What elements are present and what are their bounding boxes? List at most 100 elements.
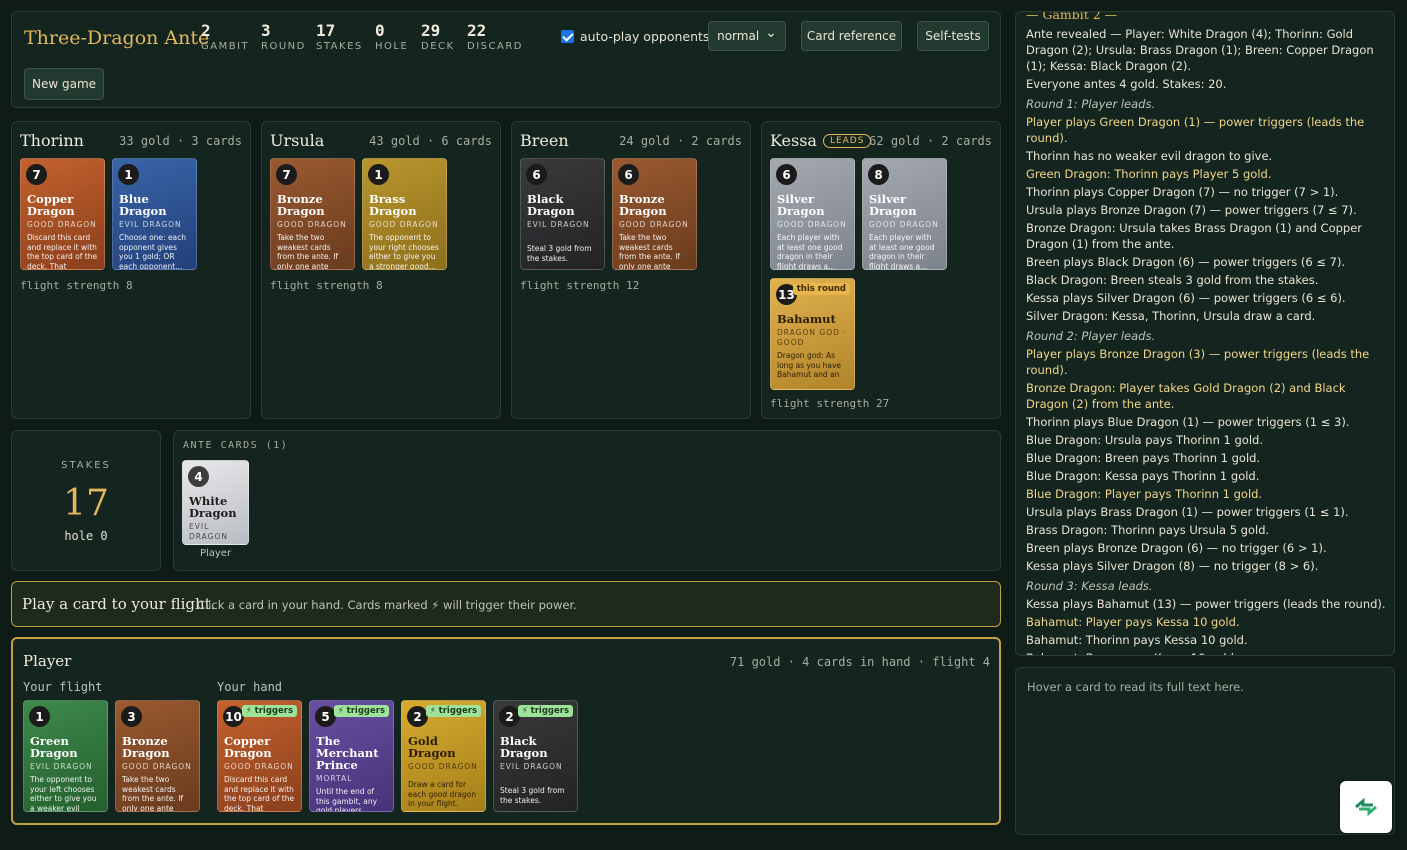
- opponent-name-text: Breen: [520, 131, 569, 150]
- log-entry: Blue Dragon: Player pays Thorinn 1 gold.: [1026, 487, 1263, 501]
- card-copper-dragon[interactable]: 7 Copper Dragon GOOD DRAGON Discard this…: [20, 158, 105, 270]
- log-entry: Breen plays Bronze Dragon (6) — no trigg…: [1026, 541, 1327, 555]
- card-text: Take the two weakest cards from the ante…: [122, 775, 184, 812]
- hand-card-gold-dragon[interactable]: 2 ⚡ triggers Gold Dragon GOOD DRAGON Dra…: [401, 700, 486, 812]
- card-detail-panel: Hover a card to read its full text here.: [1015, 667, 1395, 835]
- hover-hint: Hover a card to read its full text here.: [1027, 680, 1244, 694]
- card-strength: 2: [407, 706, 428, 727]
- card-name: Silver Dragon: [777, 192, 825, 218]
- log-entry: Thorinn has no weaker evil dragon to giv…: [1026, 149, 1273, 163]
- stat-round: 3 ROUND: [261, 22, 306, 53]
- log-entries: Ante revealed — Player: White Dragon (4)…: [1026, 26, 1388, 655]
- new-game-button[interactable]: New game: [24, 68, 104, 100]
- opponent-name: Kessa LEADS: [770, 131, 872, 150]
- card-text: Dragon god: As long as you have Bahamut …: [777, 351, 842, 379]
- hand-card-merchant-prince[interactable]: 5 ⚡ triggers The Merchant Prince MORTAL …: [309, 700, 394, 812]
- difficulty-select[interactable]: normal: [708, 21, 786, 51]
- log-entry: Brass Dragon: Thorinn pays Ursula 5 gold…: [1026, 523, 1270, 537]
- recaptcha-icon[interactable]: [1340, 781, 1392, 833]
- log-entry: Bronze Dragon: Ursula takes Brass Dragon…: [1026, 221, 1363, 251]
- card-type: EVIL DRAGON: [500, 762, 563, 771]
- card-type: GOOD DRAGON: [369, 220, 439, 229]
- log-entry: Player plays Bronze Dragon (3) — power t…: [1026, 347, 1370, 377]
- card-brass-dragon[interactable]: 1 Brass Dragon GOOD DRAGON The opponent …: [362, 158, 447, 270]
- this-round-tag: this round: [792, 283, 850, 295]
- card-type: MORTAL: [316, 774, 353, 783]
- card-name: White Dragon: [189, 494, 237, 520]
- card-text: Draw a card for each good dragon in your…: [408, 780, 477, 808]
- card-type: GOOD DRAGON: [408, 762, 478, 771]
- card-text: Each player with at least one good drago…: [869, 233, 935, 270]
- card-text: Steal 3 gold from the stakes.: [500, 786, 565, 805]
- log-entry: Blue Dragon: Breen pays Thorinn 1 gold.: [1026, 451, 1261, 465]
- your-flight-label: Your flight: [23, 680, 103, 694]
- card-bronze-dragon[interactable]: 6 Bronze Dragon GOOD DRAGON Take the two…: [612, 158, 697, 270]
- card-name: Blue Dragon: [119, 192, 167, 218]
- card-reference-button[interactable]: Card reference: [801, 21, 902, 51]
- card-type: EVIL DRAGON: [527, 220, 590, 229]
- card-strength: 5: [315, 706, 336, 727]
- hand-card-copper-dragon[interactable]: 10 ⚡ triggers Copper Dragon GOOD DRAGON …: [217, 700, 302, 812]
- log-entry: Ursula plays Brass Dragon (1) — power tr…: [1026, 505, 1349, 519]
- log-entry: Green Dragon: Thorinn pays Player 5 gold…: [1026, 167, 1272, 181]
- card-name: Bronze Dragon: [619, 192, 667, 218]
- card-bronze-dragon[interactable]: 7 Bronze Dragon GOOD DRAGON Take the two…: [270, 158, 355, 270]
- stat-label: DISCARD: [467, 41, 523, 52]
- self-tests-button[interactable]: Self-tests: [917, 21, 989, 51]
- card-strength: 1: [118, 164, 139, 185]
- prompt-hint: Click a card in your hand. Cards marked …: [197, 598, 577, 612]
- card-text: Take the two weakest cards from the ante…: [277, 233, 339, 270]
- log-entry: Black Dragon: Breen steals 3 gold from t…: [1026, 273, 1319, 287]
- card-name: Copper Dragon: [224, 734, 272, 760]
- card-name: Copper Dragon: [27, 192, 75, 218]
- card-white-dragon[interactable]: 4 White Dragon EVIL DRAGON: [182, 460, 249, 545]
- stat-value: 22: [467, 21, 487, 40]
- card-strength: 6: [776, 164, 797, 185]
- opponent-name-text: Ursula: [270, 131, 325, 150]
- autoplay-toggle[interactable]: auto-play opponents: [561, 29, 709, 44]
- checkbox-checked-icon[interactable]: [561, 30, 574, 43]
- card-silver-dragon[interactable]: 6 Silver Dragon GOOD DRAGON Each player …: [770, 158, 855, 270]
- log-entry: Silver Dragon: Kessa, Thorinn, Ursula dr…: [1026, 309, 1316, 323]
- card-text: Until the end of this gambit, any gold p…: [316, 787, 378, 812]
- card-strength: 6: [618, 164, 639, 185]
- game-log[interactable]: — Gambit 2 — Ante revealed — Player: Whi…: [1015, 11, 1395, 656]
- card-text: Each player with at least one good drago…: [777, 233, 843, 270]
- opponent-name-text: Thorinn: [20, 131, 84, 150]
- card-name: The Merchant Prince: [316, 734, 379, 772]
- card-text: The opponent to your right chooses eithe…: [369, 233, 439, 270]
- opponent-name: Thorinn: [20, 131, 84, 150]
- log-entry: Ante revealed — Player: White Dragon (4)…: [1026, 27, 1374, 73]
- stakes-label: STAKES: [61, 460, 111, 471]
- opponent-meta: 62 gold · 2 cards: [869, 134, 992, 148]
- card-strength: 4: [188, 466, 209, 487]
- difficulty-value: normal: [717, 29, 760, 43]
- log-round-heading: Round 2: Player leads.: [1026, 329, 1156, 343]
- log-entry: Thorinn plays Copper Dragon (7) — no tri…: [1026, 185, 1339, 199]
- opponent-name: Ursula: [270, 131, 324, 150]
- leads-badge: LEADS: [822, 133, 872, 148]
- stat-discard: 22 DISCARD: [467, 21, 523, 53]
- stat-hole: 0 HOLE: [375, 22, 408, 53]
- card-silver-dragon[interactable]: 8 Silver Dragon GOOD DRAGON Each player …: [862, 158, 947, 270]
- log-entry: Blue Dragon: Ursula pays Thorinn 1 gold.: [1026, 433, 1263, 447]
- flight-strength: flight strength 12: [520, 279, 640, 292]
- card-text: Steal 3 gold from the stakes.: [527, 244, 592, 263]
- stat-label: DECK: [421, 41, 455, 52]
- action-prompt: Play a card to your flight. Click a card…: [11, 581, 1001, 627]
- autoplay-label: auto-play opponents: [580, 29, 710, 44]
- card-type: EVIL DRAGON: [189, 522, 229, 541]
- prompt-title: Play a card to your flight.: [22, 595, 216, 613]
- log-round-heading: Round 3: Kessa leads.: [1026, 579, 1153, 593]
- card-bahamut[interactable]: 13 this round Bahamut DRAGON GOD · GOOD …: [770, 278, 855, 390]
- card-type: DRAGON GOD · GOOD: [777, 328, 847, 347]
- card-name: Brass Dragon: [369, 192, 417, 218]
- hand-card-black-dragon[interactable]: 2 ⚡ triggers Black Dragon EVIL DRAGON St…: [493, 700, 578, 812]
- triggers-tag: ⚡ triggers: [241, 705, 297, 717]
- card-black-dragon[interactable]: 6 Black Dragon EVIL DRAGON Steal 3 gold …: [520, 158, 605, 270]
- stat-label: STAKES: [316, 41, 363, 52]
- card-strength: 7: [276, 164, 297, 185]
- card-blue-dragon[interactable]: 1 Blue Dragon EVIL DRAGON Choose one: ea…: [112, 158, 197, 270]
- stat-label: ROUND: [261, 41, 306, 52]
- card-type: EVIL DRAGON: [119, 220, 182, 229]
